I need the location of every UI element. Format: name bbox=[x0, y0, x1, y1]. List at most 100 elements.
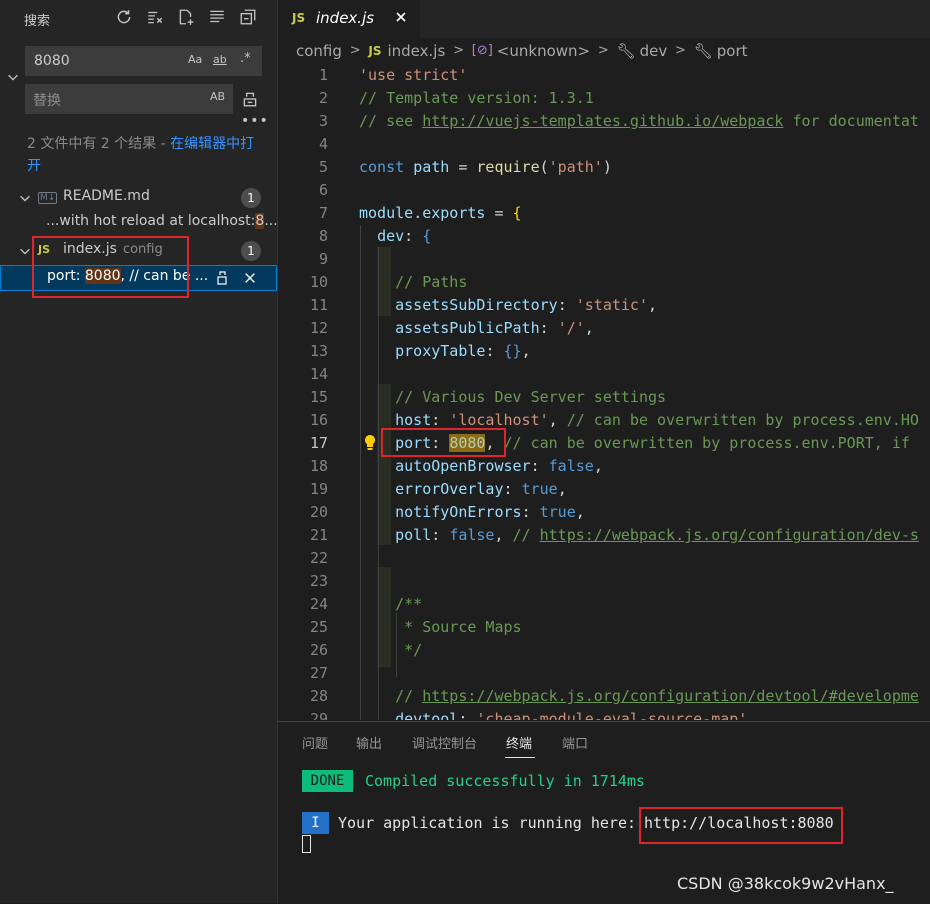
match-preview: ...with hot reload at localhost:8... bbox=[46, 213, 278, 229]
replace-input[interactable]: 替换 AB bbox=[25, 84, 233, 114]
code-text: const path = require('path') bbox=[359, 158, 612, 176]
code-line: 1 'use strict' bbox=[278, 64, 930, 87]
tab-label: index.js bbox=[316, 9, 375, 27]
line-number: 6 bbox=[318, 181, 328, 199]
tab-debug-console[interactable]: 调试控制台 bbox=[412, 733, 477, 752]
code-line: 10 // Paths bbox=[278, 271, 930, 294]
file-name: index.js config bbox=[63, 241, 163, 257]
toggle-details-icon[interactable]: ••• bbox=[241, 113, 269, 129]
code-text: // Template version: 1.3.1 bbox=[359, 89, 594, 107]
line-number: 18 bbox=[309, 457, 328, 475]
code-line: 26 */ bbox=[278, 639, 930, 662]
breadcrumb-folder[interactable]: config bbox=[296, 42, 342, 60]
new-search-editor-icon[interactable] bbox=[175, 6, 197, 28]
match-after: , // can be ... bbox=[120, 268, 209, 284]
breadcrumb-symbol-port[interactable]: port bbox=[717, 42, 748, 60]
tab-ports[interactable]: 端口 bbox=[562, 733, 588, 752]
line-number: 15 bbox=[309, 388, 328, 406]
match-before: port: bbox=[47, 268, 85, 284]
line-number: 19 bbox=[309, 480, 328, 498]
dismiss-match-icon[interactable] bbox=[241, 269, 259, 287]
results-count-text: 2 文件中有 2 个结果 - bbox=[27, 136, 171, 152]
close-icon[interactable] bbox=[393, 9, 413, 29]
code-line: 29 devtool: 'cheap-module-eval-source-ma… bbox=[278, 708, 930, 720]
line-number: 26 bbox=[309, 641, 328, 659]
line-number: 27 bbox=[309, 664, 328, 682]
javascript-file-icon: JS bbox=[368, 43, 382, 58]
code-line: 23 bbox=[278, 570, 930, 593]
code-line: 16 host: 'localhost', // can be overwrit… bbox=[278, 409, 930, 432]
breadcrumb-file[interactable]: index.js bbox=[387, 42, 445, 60]
javascript-file-icon: JS bbox=[292, 11, 306, 25]
code-text: dev: { bbox=[377, 227, 432, 245]
replace-all-icon[interactable] bbox=[241, 90, 263, 110]
code-text: host: 'localhost', // can be overwritten… bbox=[395, 411, 919, 429]
line-number: 21 bbox=[309, 526, 328, 544]
line-number: 8 bbox=[318, 227, 328, 245]
code-text: autoOpenBrowser: false, bbox=[395, 457, 603, 475]
view-as-tree-icon[interactable] bbox=[206, 6, 228, 28]
match-count-badge: 1 bbox=[241, 188, 261, 208]
tab-terminal[interactable]: 终端 bbox=[506, 733, 532, 752]
tab-problems[interactable]: 问题 bbox=[302, 733, 328, 752]
line-number: 22 bbox=[309, 549, 328, 567]
code-line-active: 17 port: 8080, // can be overwritten by … bbox=[278, 432, 930, 455]
breadcrumb-symbol-dev[interactable]: dev bbox=[640, 42, 668, 60]
breadcrumb-symbol-unknown[interactable]: <unknown> bbox=[497, 42, 590, 60]
replace-match-icon[interactable] bbox=[213, 269, 231, 287]
line-number: 11 bbox=[309, 296, 328, 314]
match-whole-word-toggle[interactable]: ab bbox=[213, 53, 227, 66]
compile-message: Compiled successfully in 1714ms bbox=[365, 772, 645, 790]
clear-results-icon[interactable] bbox=[144, 6, 166, 28]
toggle-replace-chevron-icon[interactable] bbox=[6, 70, 20, 84]
file-name-text: index.js bbox=[63, 241, 117, 257]
local-url-link[interactable]: http://localhost:8080 bbox=[644, 814, 834, 832]
search-sidebar: 搜索 8080 Aa ab .* 替换 AB ••• 2 文件中有 2 个结果 … bbox=[0, 0, 278, 903]
code-line: 9 bbox=[278, 248, 930, 271]
code-text: notifyOnErrors: true, bbox=[395, 503, 585, 521]
preserve-case-toggle[interactable]: AB bbox=[210, 90, 225, 103]
code-text: assetsSubDirectory: 'static', bbox=[395, 296, 658, 314]
code-line: 12 assetsPublicPath: '/', bbox=[278, 317, 930, 340]
result-file-readme[interactable]: M↓ README.md 1 bbox=[0, 186, 277, 210]
result-match-indexjs[interactable]: port: 8080, // can be ... bbox=[0, 265, 277, 291]
replace-placeholder: 替换 bbox=[33, 93, 61, 109]
tab-index-js[interactable]: JS index.js bbox=[278, 0, 420, 38]
refresh-icon[interactable] bbox=[113, 6, 135, 28]
line-number: 7 bbox=[318, 204, 328, 222]
code-editor[interactable]: 1 'use strict' 2 // Template version: 1.3.… bbox=[278, 64, 930, 720]
editor-tab-bar: JS index.js bbox=[278, 0, 930, 38]
line-number: 23 bbox=[309, 572, 328, 590]
code-line: 3 // see http://vuejs-templates.github.io… bbox=[278, 110, 930, 133]
search-input[interactable]: 8080 Aa ab .* bbox=[25, 46, 262, 76]
javascript-file-icon: JS bbox=[38, 243, 51, 256]
sidebar-header: 搜索 bbox=[0, 0, 277, 36]
line-number: 17 bbox=[309, 434, 328, 452]
result-file-indexjs[interactable]: JS index.js config 1 bbox=[0, 239, 277, 263]
watermark-text: CSDN @38kcok9w2vHanx_ bbox=[677, 874, 894, 893]
code-text: poll: false, // https://webpack.js.org/c… bbox=[395, 526, 919, 544]
use-regex-toggle[interactable]: .* bbox=[240, 51, 251, 66]
code-text: // Various Dev Server settings bbox=[395, 388, 667, 406]
code-line: 2 // Template version: 1.3.1 bbox=[278, 87, 930, 110]
line-number: 28 bbox=[309, 687, 328, 705]
line-number: 12 bbox=[309, 319, 328, 337]
code-text: // https://webpack.js.org/configuration/… bbox=[395, 687, 919, 705]
code-line: 8 dev: { bbox=[278, 225, 930, 248]
tab-output[interactable]: 输出 bbox=[356, 733, 382, 752]
collapse-all-icon[interactable] bbox=[237, 6, 259, 28]
file-name: README.md bbox=[63, 188, 150, 204]
match-case-toggle[interactable]: Aa bbox=[188, 53, 202, 66]
match-preview: port: 8080, // can be ... bbox=[47, 268, 208, 284]
markdown-file-icon: M↓ bbox=[38, 192, 58, 204]
code-text: * Source Maps bbox=[395, 618, 522, 636]
chevron-right-icon: > bbox=[675, 43, 686, 58]
chevron-down-icon[interactable] bbox=[18, 244, 32, 258]
result-match-readme[interactable]: ...with hot reload at localhost:8... bbox=[0, 211, 278, 235]
code-line: 24 /** bbox=[278, 593, 930, 616]
code-line: 6 bbox=[278, 179, 930, 202]
chevron-down-icon[interactable] bbox=[18, 191, 32, 205]
match-count-badge: 1 bbox=[241, 241, 261, 261]
line-number: 14 bbox=[309, 365, 328, 383]
code-line: 19 errorOverlay: true, bbox=[278, 478, 930, 501]
